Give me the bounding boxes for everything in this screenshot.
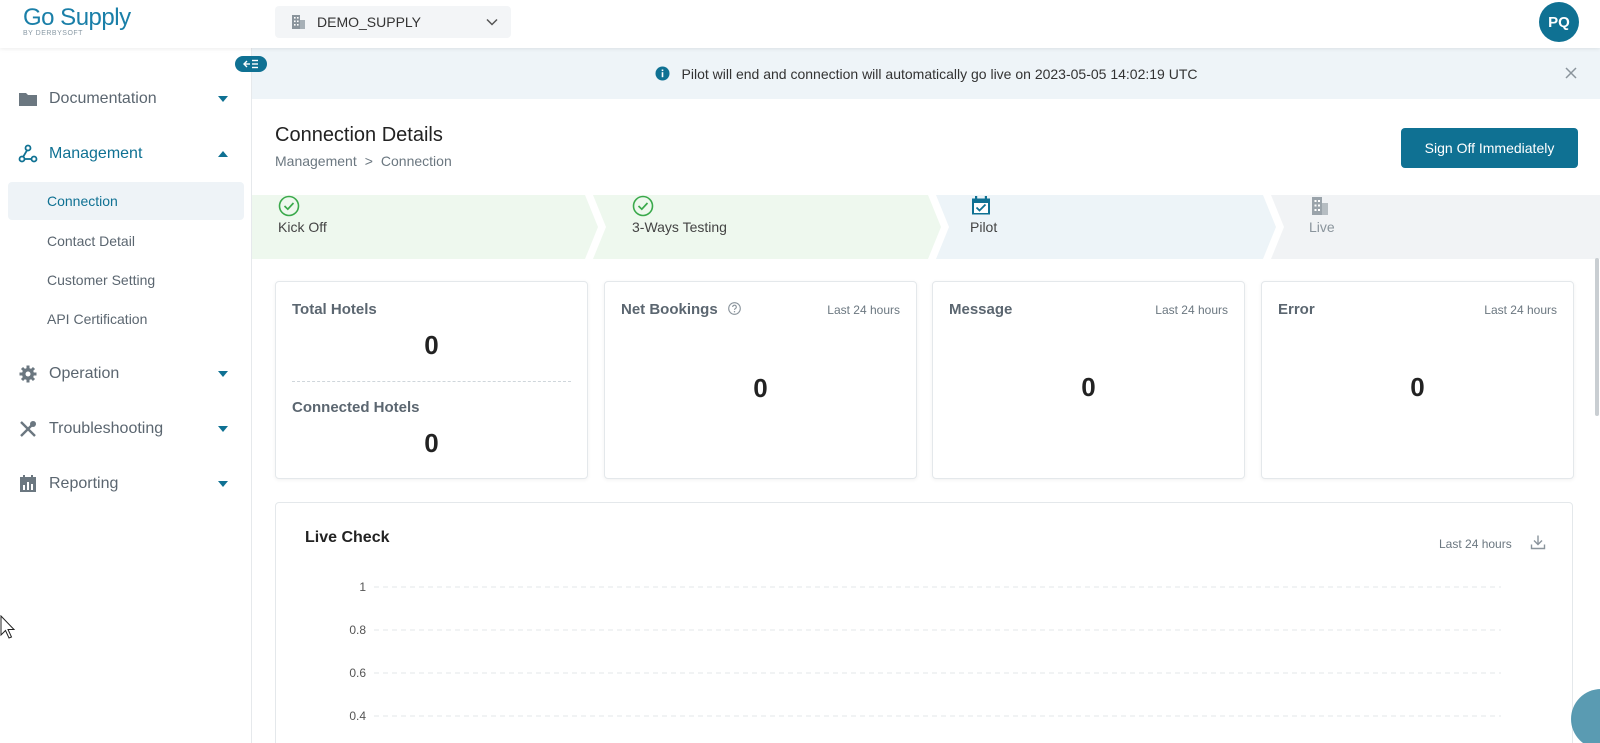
sidebar-group-label: Management [49,145,143,162]
pilot-notice-banner: Pilot will end and connection will autom… [252,48,1600,99]
page-title: Connection Details [275,124,443,146]
page-scrollbar[interactable] [1595,258,1599,416]
gear-icon [19,365,37,383]
caret-down-icon [218,481,228,487]
live-check-panel: Live Check Last 24 hours 1 0.8 0.6 0.4 [275,502,1573,743]
breadcrumb-separator: > [364,153,373,169]
top-bar: Go Supply BY DERBYSOFT DEMO_SUPPLY PQ [0,0,1600,48]
card-net-bookings: Net Bookings Last 24 hours 0 [604,281,917,479]
network-icon [18,144,38,163]
tools-icon [20,421,36,437]
sidebar-item-customer-setting[interactable]: Customer Setting [8,261,244,299]
breadcrumb-item-connection: Connection [380,153,452,169]
sidebar-item-contact-detail[interactable]: Contact Detail [8,222,244,260]
sidebar-group-label: Reporting [49,475,119,492]
live-check-title: Live Check [305,529,390,546]
net-bookings-title: Net Bookings [621,301,741,318]
card-hotels: Total Hotels 0 Connected Hotels 0 [275,281,588,479]
calendar-chart-icon [20,475,36,492]
caret-down-icon [218,96,228,102]
step-pilot: Pilot [970,195,997,259]
banner-text: Pilot will end and connection will autom… [681,65,1198,82]
breadcrumb-item-management[interactable]: Management [275,153,357,169]
building-icon [1312,197,1328,215]
check-circle-icon [632,195,654,217]
error-label: Error [1278,301,1315,318]
caret-down-icon [218,371,228,377]
sidebar-group-reporting[interactable]: Reporting [0,464,252,504]
help-circle-icon[interactable] [728,302,741,315]
net-bookings-label: Net Bookings [621,301,718,318]
y-tick-label: 0.4 [349,709,366,723]
user-avatar[interactable]: PQ [1539,2,1579,42]
chevron-down-icon [486,18,498,26]
sidebar-group-troubleshooting[interactable]: Troubleshooting [0,409,252,449]
steps-background [252,195,1600,259]
close-icon[interactable] [1563,65,1579,81]
sidebar-group-label: Documentation [49,90,157,107]
chat-support-button[interactable] [1571,689,1600,743]
message-range: Last 24 hours [1155,303,1228,317]
calendar-check-icon [972,196,990,215]
live-check-range: Last 24 hours [1439,537,1512,551]
sidebar-item-connection[interactable]: Connection [8,182,244,220]
y-tick-label: 1 [359,580,366,594]
supplier-select-value: DEMO_SUPPLY [317,14,421,30]
connection-progress-steps: Kick Off 3-Ways Testing Pilot Live [252,195,1600,259]
step-label: Live [1309,219,1335,235]
message-label: Message [949,301,1013,318]
go-supply-logo[interactable]: Go Supply BY DERBYSOFT [23,4,131,37]
card-divider [292,381,571,382]
message-value: 0 [1081,372,1096,402]
connected-hotels-value: 0 [424,428,439,458]
step-label: 3-Ways Testing [632,219,727,235]
mouse-cursor-icon [0,615,16,639]
net-bookings-range: Last 24 hours [827,303,900,317]
caret-up-icon [218,151,228,157]
sidebar-group-operation[interactable]: Operation [0,354,252,394]
step-label: Pilot [970,219,998,235]
live-check-chart: 1 0.8 0.6 0.4 [349,580,1501,723]
step-label: Kick Off [278,219,327,235]
error-value: 0 [1410,372,1425,402]
sign-off-immediately-button[interactable]: Sign Off Immediately [1401,128,1578,168]
folder-icon [19,93,37,106]
card-message: Message Last 24 hours 0 [932,281,1245,479]
step-3-ways-testing: 3-Ways Testing [632,195,727,259]
caret-down-icon [218,426,228,432]
sidebar-collapse-button[interactable] [235,56,267,72]
download-icon[interactable] [1530,534,1546,550]
info-icon [655,66,670,81]
breadcrumb: Management > Connection [275,153,452,169]
total-hotels-label: Total Hotels [292,301,377,318]
sidebar-group-management[interactable]: Management [0,134,252,174]
check-circle-icon [278,195,300,217]
net-bookings-value: 0 [753,373,768,403]
sidebar-group-documentation[interactable]: Documentation [0,79,252,119]
building-icon [292,15,305,29]
sidebar-group-label: Operation [49,365,120,382]
step-kick-off: Kick Off [278,195,327,259]
collapse-menu-icon [243,59,258,69]
y-tick-label: 0.6 [349,666,366,680]
sidebar-item-api-certification[interactable]: API Certification [8,300,244,338]
step-live: Live [1309,195,1335,259]
sidebar-group-label: Troubleshooting [49,420,164,437]
error-range: Last 24 hours [1484,303,1557,317]
connected-hotels-label: Connected Hotels [292,399,420,416]
card-error: Error Last 24 hours 0 [1261,281,1574,479]
supplier-select[interactable]: DEMO_SUPPLY [275,6,511,38]
y-tick-label: 0.8 [349,623,366,637]
logo-main-text: Go Supply [23,4,131,31]
total-hotels-value: 0 [424,330,439,360]
